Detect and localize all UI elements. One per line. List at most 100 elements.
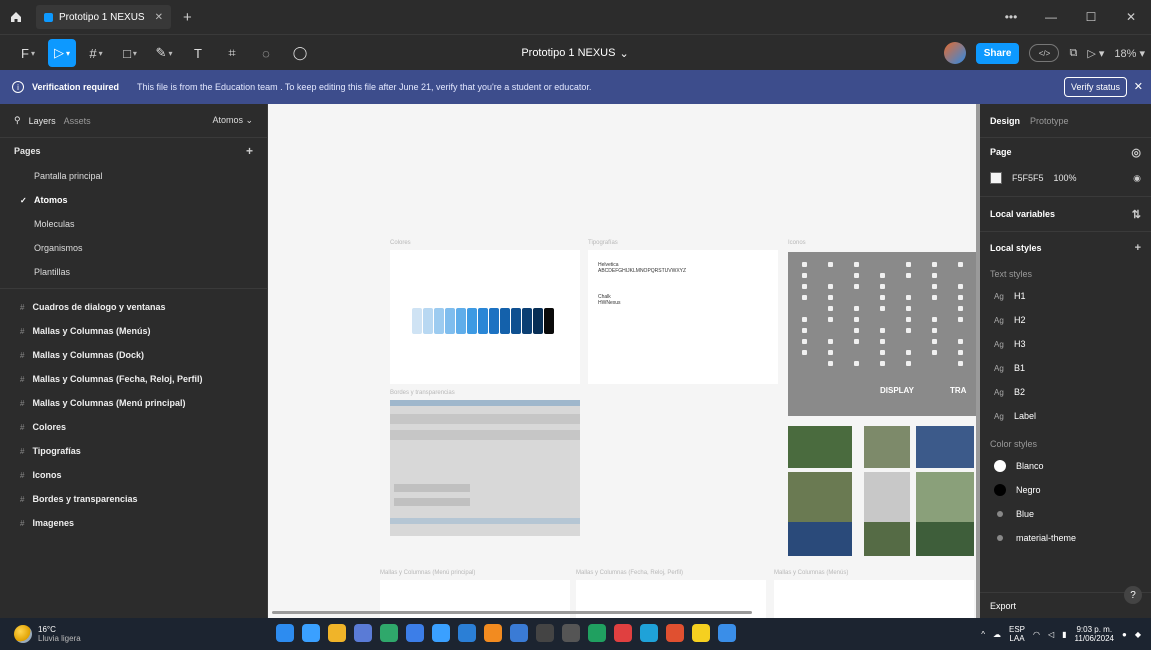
canvas[interactable]: Colores Tipografías Helvetica ABCDEFGHIJ… [268, 104, 976, 618]
page-item[interactable]: Moleculas [0, 212, 267, 236]
taskbar-app-icon[interactable] [406, 624, 424, 642]
color-style-item[interactable]: Blue [990, 502, 1141, 526]
color-style-item[interactable]: Blanco [990, 454, 1141, 478]
page-opacity-value[interactable]: 100% [1054, 173, 1077, 183]
visibility-icon[interactable]: ◉ [1133, 173, 1141, 184]
horizontal-scrollbar[interactable] [272, 611, 752, 614]
frame-tool-button[interactable]: # ▾ [82, 39, 110, 67]
eye-icon[interactable]: ◎ [1131, 146, 1141, 159]
comment-tool-button[interactable]: ◯ [286, 39, 314, 67]
add-page-icon[interactable]: + [246, 144, 253, 158]
new-tab-button[interactable]: + [183, 9, 192, 26]
page-selector[interactable]: Atomos ⌄ [212, 115, 253, 126]
frame-label-tipografias[interactable]: Tipografías [588, 240, 618, 246]
layer-item[interactable]: # Bordes y transparencias [0, 487, 267, 511]
layer-item[interactable]: # Mallas y Columnas (Dock) [0, 343, 267, 367]
copilot-icon[interactable]: ◆ [1135, 630, 1141, 639]
frame-label-malla-menus[interactable]: Mallas y Columnas (Menús) [774, 570, 848, 576]
volume-icon[interactable]: ◁ [1048, 630, 1054, 639]
local-variables-title[interactable]: Local variables [990, 209, 1055, 219]
frame-label-malla-fecha[interactable]: Mallas y Columnas (Fecha, Reloj, Perfil) [576, 570, 683, 576]
frame-label-iconos[interactable]: Iconos [788, 240, 806, 246]
text-style-item[interactable]: Ag Label [990, 404, 1141, 428]
file-tab[interactable]: Prototipo 1 NEXUS ✕ [36, 5, 171, 29]
help-button[interactable]: ? [1124, 586, 1142, 604]
text-tool-button[interactable]: T [184, 39, 212, 67]
frame-bordes[interactable] [390, 400, 580, 536]
taskbar-app-icon[interactable] [458, 624, 476, 642]
text-style-item[interactable]: Ag B1 [990, 356, 1141, 380]
close-tab-icon[interactable]: ✕ [155, 12, 163, 23]
share-button[interactable]: Share [975, 42, 1020, 64]
layer-item[interactable]: # Tipografías [0, 439, 267, 463]
taskbar-app-icon[interactable] [354, 624, 372, 642]
frame-label-colores[interactable]: Colores [390, 240, 411, 246]
text-style-item[interactable]: Ag H3 [990, 332, 1141, 356]
wifi-icon[interactable]: ◠ [1033, 630, 1040, 639]
taskbar-app-icon[interactable] [588, 624, 606, 642]
variables-icon[interactable]: ⇅ [1132, 208, 1141, 221]
tab-prototype[interactable]: Prototype [1030, 116, 1069, 126]
taskbar-app-icon[interactable] [276, 624, 294, 642]
onedrive-icon[interactable]: ☁ [993, 630, 1001, 639]
page-color-row[interactable]: F5F5F5 100% ◉ [990, 166, 1141, 190]
verify-status-button[interactable]: Verify status [1063, 77, 1127, 97]
taskbar-app-icon[interactable] [718, 624, 736, 642]
chevron-up-icon[interactable]: ^ [981, 630, 985, 639]
page-item[interactable]: Organismos [0, 236, 267, 260]
pen-tool-button[interactable]: ✎ ▾ [150, 39, 178, 67]
notification-bell-icon[interactable]: ● [1122, 630, 1127, 639]
user-avatar[interactable] [943, 42, 966, 64]
frame-malla-menus[interactable] [774, 580, 974, 618]
taskbar-app-icon[interactable] [510, 624, 528, 642]
layer-item[interactable]: # Colores [0, 415, 267, 439]
search-icon[interactable]: ⚲ [14, 115, 21, 126]
export-title[interactable]: Export [990, 601, 1016, 611]
layer-item[interactable]: # Imagenes [0, 511, 267, 535]
layer-item[interactable]: # Mallas y Columnas (Menús) [0, 319, 267, 343]
weather-widget[interactable]: 16°C Lluvia ligera [14, 625, 81, 643]
taskbar-app-icon[interactable] [328, 624, 346, 642]
zoom-dropdown[interactable]: 18% ▾ [1114, 47, 1145, 60]
home-icon[interactable] [0, 0, 32, 34]
taskbar-app-icon[interactable] [614, 624, 632, 642]
tab-assets[interactable]: Assets [64, 116, 91, 126]
main-menu-button[interactable]: F ▾ [14, 39, 42, 67]
page-color-chip[interactable] [990, 172, 1002, 184]
file-name-dropdown[interactable]: Prototipo 1 NEXUS ⌄ [500, 35, 650, 71]
taskbar-app-icon[interactable] [432, 624, 450, 642]
taskbar-app-icon[interactable] [692, 624, 710, 642]
page-item[interactable]: ✓ Atomos [0, 188, 267, 212]
clock[interactable]: 9:03 p. m. 11/06/2024 [1075, 625, 1114, 643]
page-item[interactable]: Pantalla principal [0, 164, 267, 188]
close-window-icon[interactable]: ✕ [1111, 0, 1151, 34]
maximize-icon[interactable]: ☐ [1071, 0, 1111, 34]
taskbar-app-icon[interactable] [484, 624, 502, 642]
more-icon[interactable]: ••• [991, 0, 1031, 34]
frame-iconos[interactable]: DISPLAY TRA [788, 252, 976, 416]
tab-design[interactable]: Design [990, 116, 1020, 126]
layer-item[interactable]: # Mallas y Columnas (Menú principal) [0, 391, 267, 415]
hand-tool-button[interactable]: ◌ [252, 39, 280, 67]
taskbar-app-icon[interactable] [562, 624, 580, 642]
library-icon[interactable]: ⧉ [1069, 47, 1077, 60]
frame-colores[interactable] [390, 250, 580, 384]
taskbar-app-icon[interactable] [302, 624, 320, 642]
frame-tipografias[interactable]: Helvetica ABCDEFGHIJKLMNOPQRSTUVWXYZ Cha… [588, 250, 778, 384]
layer-item[interactable]: # Cuadros de dialogo y ventanas [0, 295, 267, 319]
text-style-item[interactable]: Ag H2 [990, 308, 1141, 332]
color-style-item[interactable]: Negro [990, 478, 1141, 502]
text-style-item[interactable]: Ag B2 [990, 380, 1141, 404]
text-style-item[interactable]: Ag H1 [990, 284, 1141, 308]
frame-label-bordes[interactable]: Bordes y transparencias [390, 390, 455, 396]
taskbar-app-icon[interactable] [380, 624, 398, 642]
frame-label-malla-menu[interactable]: Mallas y Columnas (Menú principal) [380, 570, 475, 576]
resources-button[interactable]: ⌗ [218, 39, 246, 67]
present-button[interactable]: ▷ ▾ [1087, 47, 1104, 60]
close-banner-icon[interactable]: ✕ [1134, 80, 1143, 93]
layer-item[interactable]: # Mallas y Columnas (Fecha, Reloj, Perfil… [0, 367, 267, 391]
page-color-value[interactable]: F5F5F5 [1012, 173, 1044, 183]
color-style-item[interactable]: material-theme [990, 526, 1141, 550]
page-item[interactable]: Plantillas [0, 260, 267, 284]
layer-item[interactable]: # Iconos [0, 463, 267, 487]
